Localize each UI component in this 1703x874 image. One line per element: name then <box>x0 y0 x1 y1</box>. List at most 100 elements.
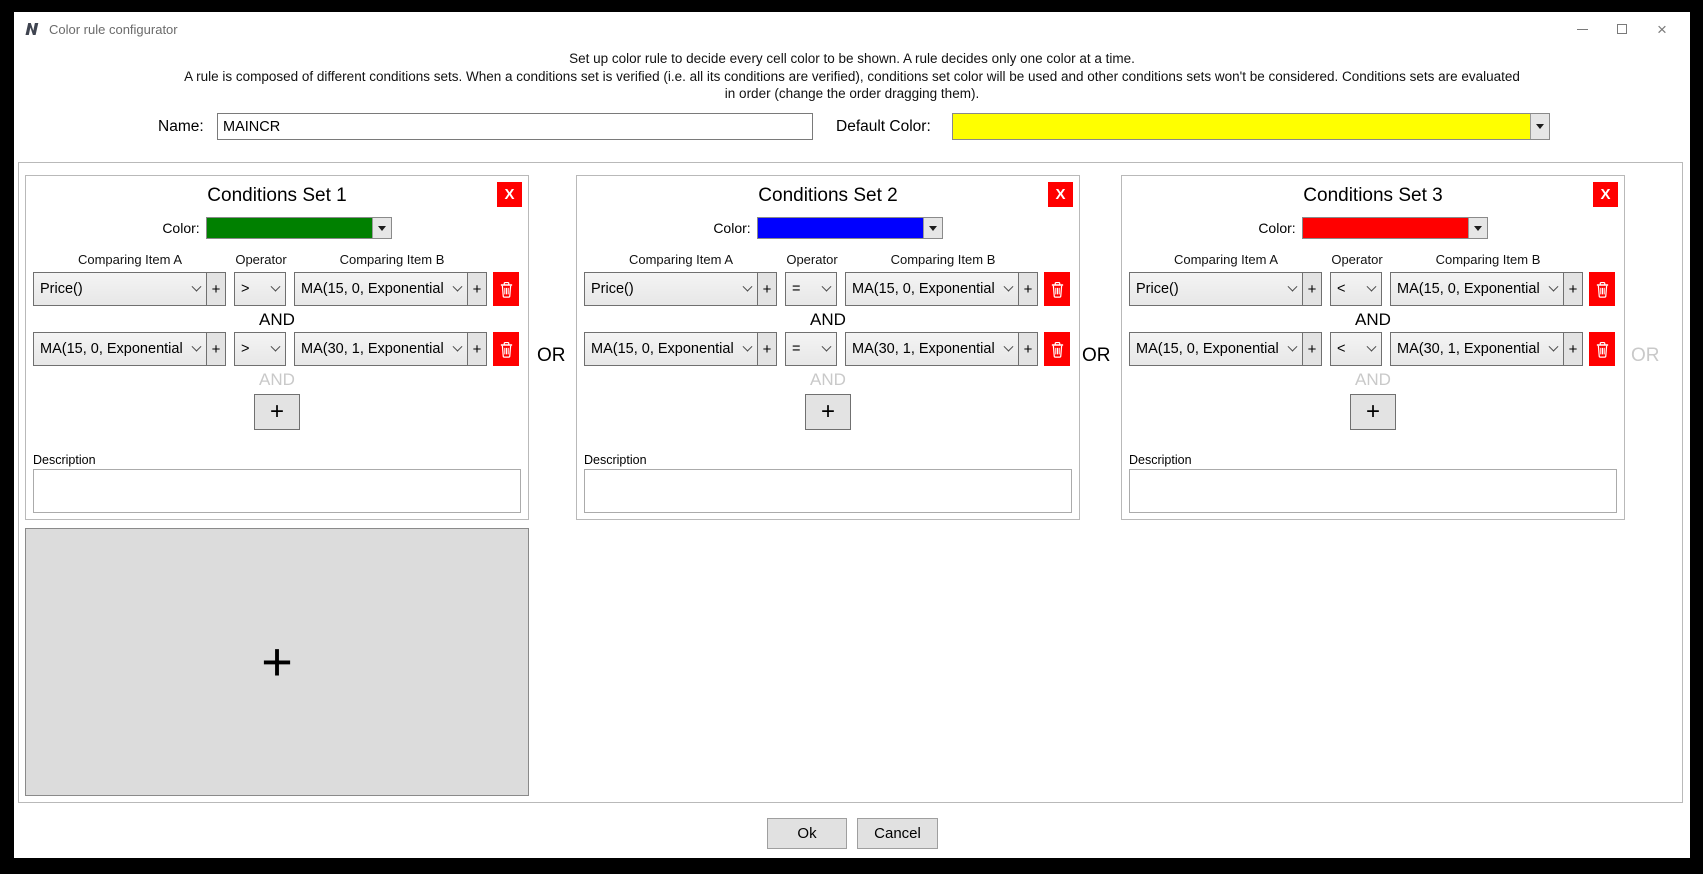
set-2-row-1-operator-dropdown[interactable]: = <box>785 272 837 306</box>
set-2-row-1-delete-button[interactable] <box>1044 272 1070 306</box>
set-3-row-1-item-b-dropdown[interactable]: MA(15, 0, Exponential <box>1390 272 1564 306</box>
chevron-down-icon <box>191 341 202 352</box>
remove-set-1-button[interactable]: X <box>497 182 522 207</box>
set-1-row-2-item-b-add-button[interactable]: + <box>467 332 487 366</box>
app-logo-icon <box>24 21 40 37</box>
set-1-condition-row-1: Price() + > MA(15, 0, Exponential + <box>33 272 521 306</box>
set-3-row-1-delete-button[interactable] <box>1589 272 1615 306</box>
chevron-down-icon <box>1287 341 1298 352</box>
cancel-button[interactable]: Cancel <box>857 818 938 849</box>
set-1-row-2-item-b-dropdown[interactable]: MA(30, 1, Exponential <box>294 332 468 366</box>
close-button[interactable]: × <box>1642 15 1682 43</box>
item-b-value: MA(15, 0, Exponential <box>852 281 995 297</box>
dialog-window: Color rule configurator × Set up color r… <box>14 12 1690 858</box>
set-1-color-dropdown[interactable] <box>205 217 392 239</box>
set-2-row-1-item-a-dropdown[interactable]: Price() <box>584 272 758 306</box>
set-2-row-2-item-b-add-button[interactable]: + <box>1018 332 1038 366</box>
default-color-dropdown[interactable] <box>952 113 1550 140</box>
set-1-row-1-delete-button[interactable] <box>493 272 519 306</box>
set-3-condition-row-2: MA(15, 0, Exponential + < MA(30, 1, Expo… <box>1129 332 1617 366</box>
conditions-set-3-panel: X Conditions Set 3 Color: Comparing Item… <box>1121 175 1625 520</box>
set-2-row-2-item-b-dropdown[interactable]: MA(30, 1, Exponential <box>845 332 1019 366</box>
set-3-row-1-item-a-add-button[interactable]: + <box>1302 272 1322 306</box>
operator-value: < <box>1337 281 1346 297</box>
maximize-icon <box>1617 24 1627 34</box>
window-title: Color rule configurator <box>49 21 178 37</box>
set-1-color-swatch <box>206 218 372 238</box>
set-3-row-1-operator-dropdown[interactable]: < <box>1330 272 1382 306</box>
operator-value: > <box>241 341 250 357</box>
set-2-row-2-item-a-add-button[interactable]: + <box>757 332 777 366</box>
set-3-row-2-item-b-dropdown[interactable]: MA(30, 1, Exponential <box>1390 332 1564 366</box>
chevron-down-icon <box>191 281 202 292</box>
set-2-and-disabled-label: AND <box>810 370 846 389</box>
set-2-description-input[interactable] <box>584 469 1072 513</box>
operator-value: > <box>241 281 250 297</box>
header-comparing-item-b: Comparing Item B <box>890 252 996 267</box>
ok-button[interactable]: Ok <box>767 818 847 849</box>
set-1-row-1-item-a-add-button[interactable]: + <box>206 272 226 306</box>
set-1-row-2-item-a-add-button[interactable]: + <box>206 332 226 366</box>
chevron-down-icon <box>1287 281 1298 292</box>
trash-icon <box>1051 341 1063 358</box>
minimize-button[interactable] <box>1562 15 1602 43</box>
remove-set-3-button[interactable]: X <box>1593 182 1618 207</box>
maximize-button[interactable] <box>1602 15 1642 43</box>
set-2-color-dropdown-button[interactable] <box>922 218 942 238</box>
chevron-down-icon <box>821 281 832 292</box>
set-2-add-condition-button[interactable]: + <box>805 394 851 430</box>
set-1-add-condition-button[interactable]: + <box>254 394 300 430</box>
set-1-description-label: Description <box>33 453 96 467</box>
set-1-description-input[interactable] <box>33 469 521 513</box>
header-comparing-item-a: Comparing Item A <box>77 252 183 267</box>
set-2-row-2-delete-button[interactable] <box>1044 332 1070 366</box>
set-1-color-dropdown-button[interactable] <box>371 218 391 238</box>
set-2-color-dropdown[interactable] <box>756 217 943 239</box>
set-2-row-1-item-a-add-button[interactable]: + <box>757 272 777 306</box>
header-operator: Operator <box>1331 252 1383 267</box>
default-color-dropdown-button[interactable] <box>1530 114 1549 139</box>
set-1-row-1-item-a-dropdown[interactable]: Price() <box>33 272 207 306</box>
set-2-row-2-operator-dropdown[interactable]: = <box>785 332 837 366</box>
set-3-row-2-item-a-dropdown[interactable]: MA(15, 0, Exponential <box>1129 332 1303 366</box>
set-3-row-2-item-b-add-button[interactable]: + <box>1563 332 1583 366</box>
item-a-value: MA(15, 0, Exponential <box>591 341 734 357</box>
trash-icon <box>500 341 512 358</box>
set-1-row-1-operator-dropdown[interactable]: > <box>234 272 286 306</box>
instructions-line-2: A rule is composed of different conditio… <box>184 68 1520 84</box>
chevron-down-icon <box>452 281 463 292</box>
set-3-row-1-item-a-dropdown[interactable]: Price() <box>1129 272 1303 306</box>
set-1-row-1-item-b-dropdown[interactable]: MA(15, 0, Exponential <box>294 272 468 306</box>
chevron-down-icon <box>1003 341 1014 352</box>
title-bar: Color rule configurator × <box>14 12 1690 46</box>
set-1-row-2-operator-dropdown[interactable]: > <box>234 332 286 366</box>
set-3-row-1-item-b-add-button[interactable]: + <box>1563 272 1583 306</box>
set-3-row-2-operator-dropdown[interactable]: < <box>1330 332 1382 366</box>
set-1-row-2-delete-button[interactable] <box>493 332 519 366</box>
add-conditions-set-button[interactable]: + <box>25 528 529 796</box>
set-1-row-2-item-a-dropdown[interactable]: MA(15, 0, Exponential <box>33 332 207 366</box>
item-a-value: Price() <box>591 281 634 297</box>
chevron-down-icon <box>1003 281 1014 292</box>
set-3-row-2-item-a-add-button[interactable]: + <box>1302 332 1322 366</box>
set-3-add-condition-button[interactable]: + <box>1350 394 1396 430</box>
default-color-swatch <box>953 114 1530 139</box>
set-3-row-2-delete-button[interactable] <box>1589 332 1615 366</box>
set-1-row-1-item-b-add-button[interactable]: + <box>467 272 487 306</box>
set-2-row-1-item-b-dropdown[interactable]: MA(15, 0, Exponential <box>845 272 1019 306</box>
conditions-container: X Conditions Set 1 Color: Comparing Item… <box>18 162 1683 803</box>
instructions-line-3: in order (change the order dragging them… <box>724 86 980 101</box>
set-2-row-1-item-b-add-button[interactable]: + <box>1018 272 1038 306</box>
set-3-color-dropdown[interactable] <box>1301 217 1488 239</box>
set-3-color-swatch <box>1302 218 1468 238</box>
instructions-line-1: Set up color rule to decide every cell c… <box>569 51 1135 66</box>
set-3-color-dropdown-button[interactable] <box>1467 218 1487 238</box>
remove-set-2-button[interactable]: X <box>1048 182 1073 207</box>
name-input[interactable] <box>217 113 813 140</box>
set-2-row-2-item-a-dropdown[interactable]: MA(15, 0, Exponential <box>584 332 758 366</box>
set-1-and-disabled-label: AND <box>259 370 295 389</box>
set-1-and-label: AND <box>259 310 295 329</box>
dropdown-arrow-icon <box>928 225 937 231</box>
header-comparing-item-b: Comparing Item B <box>1435 252 1541 267</box>
set-3-description-input[interactable] <box>1129 469 1617 513</box>
